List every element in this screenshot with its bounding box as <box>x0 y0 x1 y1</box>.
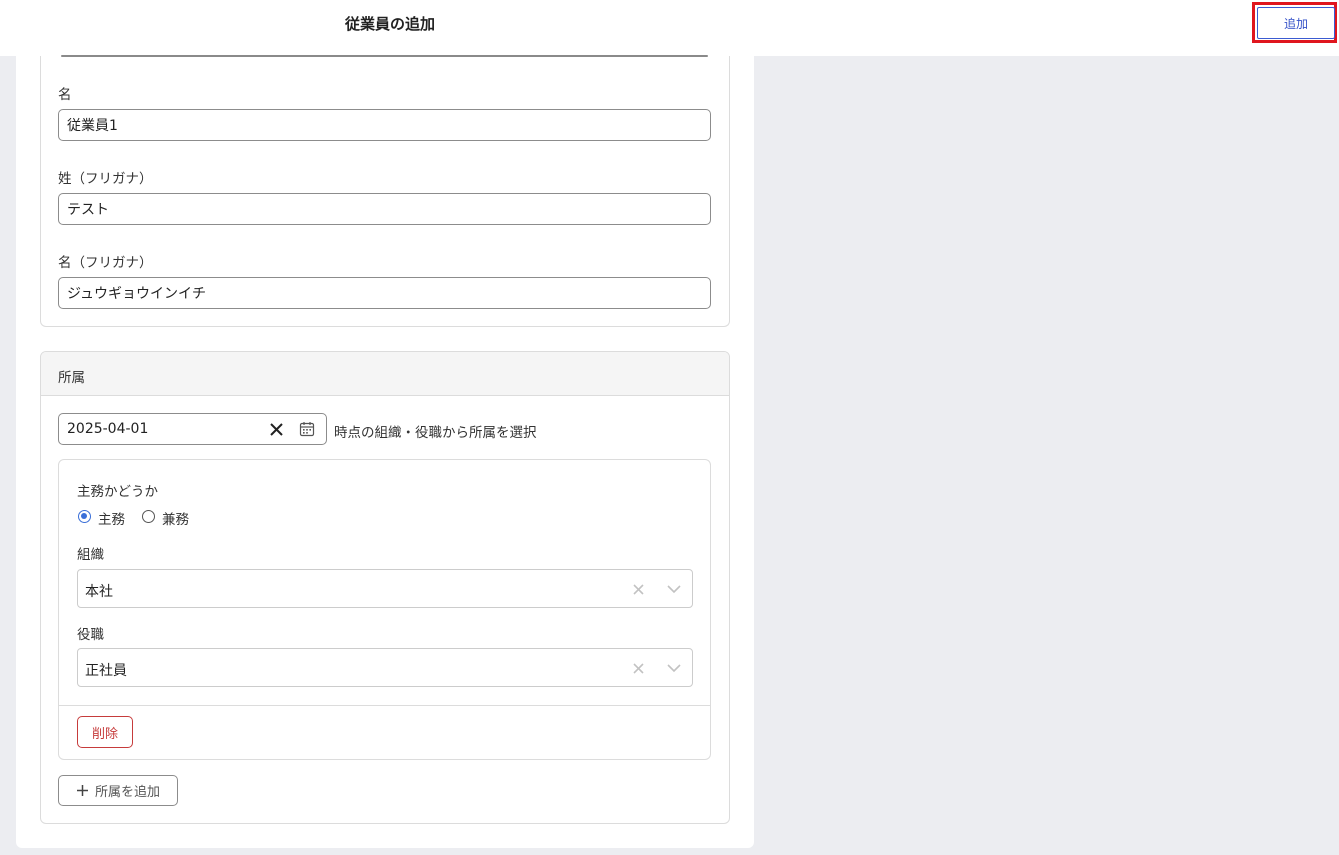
affiliation-entry-card <box>58 459 711 760</box>
position-label: 役職 <box>77 627 104 643</box>
position-value: 正社員 <box>85 663 127 679</box>
affiliation-title: 所属 <box>58 370 85 386</box>
plus-icon <box>76 785 88 796</box>
delete-button[interactable]: 削除 <box>77 716 133 748</box>
add-affiliation-label: 所属を追加 <box>94 784 160 799</box>
first-kana-value: ジュウギョウインイチ <box>67 286 207 302</box>
first-name-label: 名 <box>58 87 72 103</box>
add-button[interactable]: 追加 <box>1257 7 1335 39</box>
first-kana-label: 名（フリガナ） <box>58 255 153 271</box>
calendar-icon[interactable] <box>299 421 315 437</box>
chevron-down-icon[interactable] <box>667 585 681 594</box>
date-suffix-text: 時点の組織・役職から所属を選択 <box>334 425 537 441</box>
clear-icon[interactable] <box>633 584 644 595</box>
position-select[interactable]: 正社員 <box>77 648 693 687</box>
entry-divider <box>59 705 710 706</box>
main-question-label: 主務かどうか <box>77 484 158 500</box>
org-label: 組織 <box>77 547 104 563</box>
affiliation-header <box>41 352 729 396</box>
org-select[interactable]: 本社 <box>77 569 693 608</box>
first-kana-field[interactable]: ジュウギョウインイチ <box>58 277 711 309</box>
clear-icon[interactable] <box>633 663 644 674</box>
top-bar: 従業員の追加 <box>0 0 1339 56</box>
radio-main[interactable] <box>78 510 91 523</box>
date-field[interactable]: 2025-04-01 <box>58 413 327 445</box>
last-kana-value: テスト <box>67 202 109 218</box>
last-kana-label: 姓（フリガナ） <box>58 171 153 187</box>
radio-concurrent[interactable] <box>142 510 155 523</box>
radio-main-label[interactable]: 主務 <box>98 508 125 528</box>
page-title: 従業員の追加 <box>345 15 436 33</box>
org-value: 本社 <box>85 584 113 600</box>
first-name-field[interactable]: 従業員1 <box>58 109 711 141</box>
previous-field-border <box>61 55 708 57</box>
add-affiliation-button[interactable]: 所属を追加 <box>58 775 178 806</box>
chevron-down-icon[interactable] <box>667 664 681 673</box>
clear-date-icon[interactable] <box>269 422 284 437</box>
radio-concurrent-label[interactable]: 兼務 <box>162 508 189 528</box>
date-value: 2025-04-01 <box>67 421 149 437</box>
first-name-value: 従業員1 <box>67 118 118 134</box>
last-kana-field[interactable]: テスト <box>58 193 711 225</box>
